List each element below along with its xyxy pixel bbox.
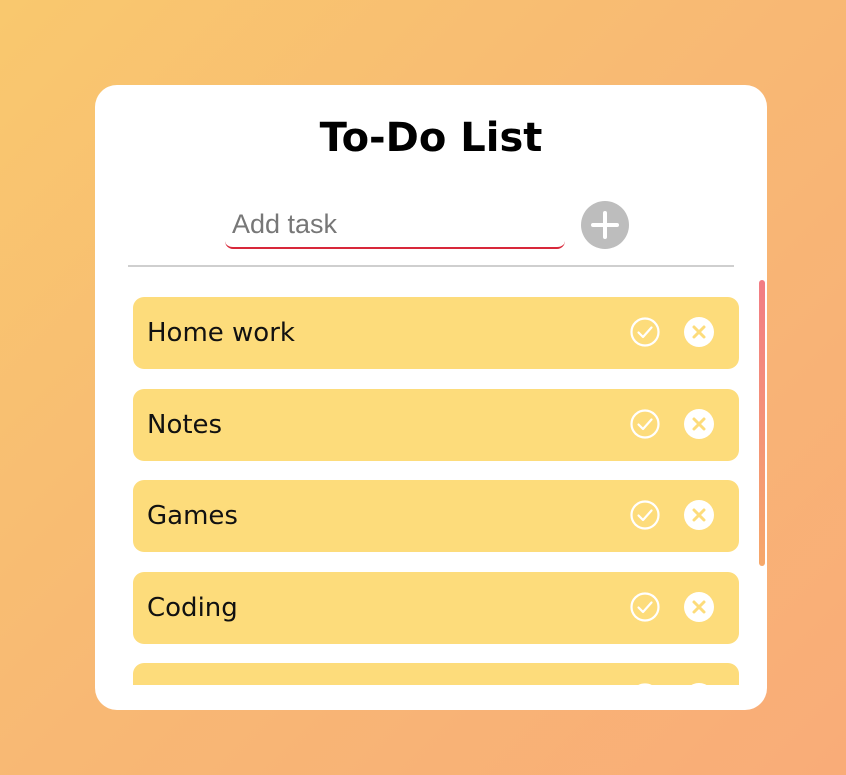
- task-label: Home work: [147, 318, 295, 348]
- task-item: Home work: [133, 297, 739, 369]
- check-circle-icon[interactable]: [629, 682, 661, 685]
- task-label: Coding: [147, 592, 238, 623]
- check-circle-icon[interactable]: [629, 316, 661, 348]
- x-circle-icon[interactable]: [683, 316, 715, 348]
- x-circle-icon[interactable]: [683, 591, 715, 623]
- task-item: [133, 663, 739, 685]
- scrollbar-thumb[interactable]: [759, 280, 765, 566]
- divider: [128, 265, 734, 267]
- task-actions: [629, 316, 715, 348]
- todo-card: To-Do List Home work Notes: [95, 85, 767, 710]
- add-task-input[interactable]: [225, 201, 565, 249]
- check-circle-icon[interactable]: [629, 591, 661, 623]
- task-item: Coding: [133, 571, 739, 644]
- task-label: Notes: [147, 409, 223, 440]
- task-actions: [629, 499, 715, 531]
- check-circle-icon[interactable]: [629, 408, 661, 440]
- x-circle-icon[interactable]: [683, 682, 715, 685]
- task-item: Games: [133, 480, 739, 552]
- plus-icon: [591, 211, 619, 239]
- task-actions: [629, 591, 715, 623]
- add-task-button[interactable]: [581, 201, 629, 249]
- task-actions: [629, 682, 715, 685]
- page-title: To-Do List: [319, 115, 543, 161]
- task-label: Games: [147, 501, 238, 531]
- add-task-row: [225, 201, 635, 251]
- x-circle-icon[interactable]: [683, 408, 715, 440]
- task-actions: [629, 408, 715, 440]
- check-circle-icon[interactable]: [629, 499, 661, 531]
- x-circle-icon[interactable]: [683, 499, 715, 531]
- task-item: Notes: [133, 388, 739, 461]
- task-list[interactable]: Home work Notes Games Coding: [133, 297, 739, 685]
